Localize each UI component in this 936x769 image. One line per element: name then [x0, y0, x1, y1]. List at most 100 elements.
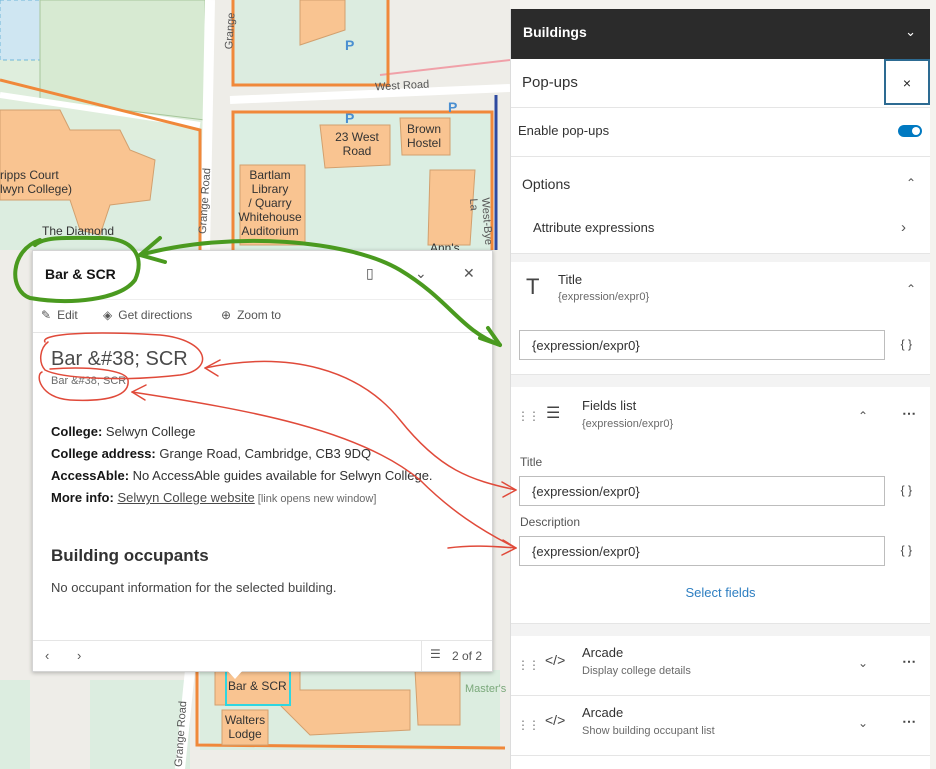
popup-pointer — [226, 669, 244, 679]
map-label-scripps: ripps Court lwyn College) — [0, 168, 73, 196]
panel-header[interactable]: Buildings ⌄ — [511, 9, 930, 59]
drag-handle-icon[interactable]: ⋮⋮ — [517, 718, 540, 732]
popup-actions: ✎ Edit ◈ Get directions ⊕ Zoom to — [33, 300, 492, 333]
map-label-walters-lodge: Walters Lodge — [224, 713, 266, 741]
popup-heading: Bar &#38; SCR — [51, 348, 188, 370]
popup-footer: ‹ › ☰ 2 of 2 — [33, 640, 492, 671]
title-section-sub: {expression/expr0} — [558, 291, 650, 303]
zoom-label: Zoom to — [237, 308, 282, 322]
link-note: [link opens new window] — [254, 493, 377, 505]
chevron-right-icon[interactable]: › — [901, 219, 906, 236]
fields-title-input[interactable]: {expression/expr0} — [519, 476, 885, 506]
panel-title: Buildings — [523, 24, 587, 40]
road-label-west-bye: West-Bye La — [467, 197, 495, 246]
address-value: Grange Road, Cambridge, CB3 9DQ — [155, 446, 372, 461]
map-label-brown-hostel: Brown Hostel — [406, 122, 441, 150]
directions-icon: ◈ — [103, 308, 113, 322]
college-info: College: Selwyn College College address:… — [51, 421, 474, 510]
svg-text:P: P — [345, 110, 354, 126]
fields-list-icon: ☰ — [546, 405, 561, 422]
arcade-label: Arcade — [582, 645, 624, 660]
occupants-heading: Building occupants — [51, 546, 209, 565]
map-label-23-west-road: 23 West Road — [335, 130, 379, 158]
zoom-icon: ⊕ — [221, 308, 232, 322]
chevron-down-icon[interactable]: ⌄ — [858, 656, 868, 670]
enable-popups-row: Enable pop-ups — [511, 108, 930, 157]
list-icon: ☰ — [430, 647, 441, 661]
chevron-down-icon[interactable]: ⌄ — [905, 24, 916, 40]
more-options-icon[interactable]: ⋯ — [902, 653, 916, 670]
map-label-bartlam: Bartlam Library / Quarry Whitehouse Audi… — [238, 168, 302, 238]
previous-icon[interactable]: ‹ — [45, 648, 49, 663]
popups-title: Pop-ups — [522, 74, 578, 91]
code-icon: </> — [545, 652, 566, 668]
drag-handle-icon[interactable]: ⋮⋮ — [517, 658, 540, 672]
close-icon[interactable]: ✕ — [463, 265, 475, 282]
text-icon: T — [526, 274, 540, 299]
fields-description-input[interactable]: {expression/expr0} — [519, 536, 885, 566]
close-button[interactable]: × — [884, 59, 930, 105]
college-label: College: — [51, 424, 103, 439]
title-section: T Title {expression/expr0} ⌃ {expression… — [511, 262, 930, 375]
svg-text:P: P — [448, 99, 457, 115]
title-section-label: Title — [558, 272, 583, 287]
college-website-link[interactable]: Selwyn College website — [117, 490, 254, 505]
chevron-down-icon[interactable]: ⌄ — [858, 716, 868, 730]
fields-list-section: ⋮⋮ ☰ Fields list {expression/expr0} ⌃ ⋯ … — [511, 387, 930, 624]
code-icon: </> — [545, 712, 566, 728]
edit-icon: ✎ — [41, 308, 52, 322]
enable-popups-toggle[interactable] — [898, 125, 922, 137]
section-gap — [511, 375, 930, 387]
popup-subheading: Bar &#38; SCR — [51, 375, 127, 387]
arcade-label: Arcade — [582, 705, 624, 720]
popups-row: Pop-ups × — [511, 59, 930, 108]
section-gap — [511, 624, 930, 636]
address-label: College address: — [51, 446, 156, 461]
select-fields-link[interactable]: Select fields — [511, 585, 930, 600]
title-expression-button[interactable]: { } — [901, 337, 912, 351]
config-panel: Buildings ⌄ Pop-ups × Enable pop-ups Opt… — [510, 9, 930, 769]
fields-description-label: Description — [520, 515, 581, 529]
chevron-up-icon[interactable]: ⌃ — [906, 176, 916, 190]
more-info-label: More info: — [51, 490, 114, 505]
title-expression-input[interactable]: {expression/expr0} — [519, 330, 885, 360]
fields-list-sub: {expression/expr0} — [582, 418, 674, 430]
attribute-expressions-item[interactable]: Attribute expressions — [533, 220, 654, 235]
get-directions-action[interactable]: ◈ Get directions — [103, 308, 192, 322]
fields-description-expression-button[interactable]: { } — [901, 543, 912, 557]
dock-icon[interactable]: ▯ — [366, 265, 374, 282]
popup-title: Bar & SCR — [45, 266, 116, 282]
more-info-row: More info: Selwyn College website [link … — [51, 487, 474, 510]
map-label-diamond: The Diamond — [42, 224, 115, 238]
enable-popups-label: Enable pop-ups — [518, 123, 610, 138]
svg-text:P: P — [345, 37, 354, 53]
section-gap — [511, 254, 930, 262]
feature-pager[interactable]: ☰ 2 of 2 — [421, 641, 492, 671]
more-options-icon[interactable]: ⋯ — [902, 713, 916, 730]
drag-handle-icon[interactable]: ⋮⋮ — [517, 409, 540, 423]
accessable-label: AccessAble: — [51, 468, 130, 483]
map-label-bar-scr[interactable]: Bar & SCR — [228, 679, 287, 693]
options-section: Options ⌃ Attribute expressions › — [511, 157, 930, 254]
arcade-sub: Display college details — [582, 665, 691, 677]
more-options-icon[interactable]: ⋯ — [902, 405, 916, 422]
edit-label: Edit — [57, 308, 78, 322]
edit-action[interactable]: ✎ Edit — [41, 308, 78, 322]
arcade-section-2: ⋮⋮ </> Arcade Show building occupant lis… — [511, 696, 930, 756]
accessable-value: No AccessAble guides available for Selwy… — [129, 468, 433, 483]
chevron-up-icon[interactable]: ⌃ — [858, 409, 868, 423]
chevron-down-icon[interactable]: ⌄ — [415, 265, 427, 282]
map-popup: Bar & SCR ▯ ⌄ ✕ ✎ Edit ◈ Get directions ⊕ Z… — [32, 250, 493, 672]
fields-title-label: Title — [520, 455, 543, 469]
address-row: College address: Grange Road, Cambridge,… — [51, 443, 474, 465]
arcade-section-1: ⋮⋮ </> Arcade Display college details ⌄ … — [511, 636, 930, 696]
fields-title-expression-button[interactable]: { } — [901, 483, 912, 497]
next-icon[interactable]: › — [77, 648, 81, 663]
zoom-to-action[interactable]: ⊕ Zoom to — [221, 308, 281, 322]
chevron-up-icon[interactable]: ⌃ — [906, 282, 916, 296]
road-label-grange: Grange — [223, 12, 238, 50]
college-value: Selwyn College — [102, 424, 196, 439]
options-label[interactable]: Options — [522, 176, 570, 192]
college-row: College: Selwyn College — [51, 421, 474, 443]
fields-list-label: Fields list — [582, 398, 637, 413]
